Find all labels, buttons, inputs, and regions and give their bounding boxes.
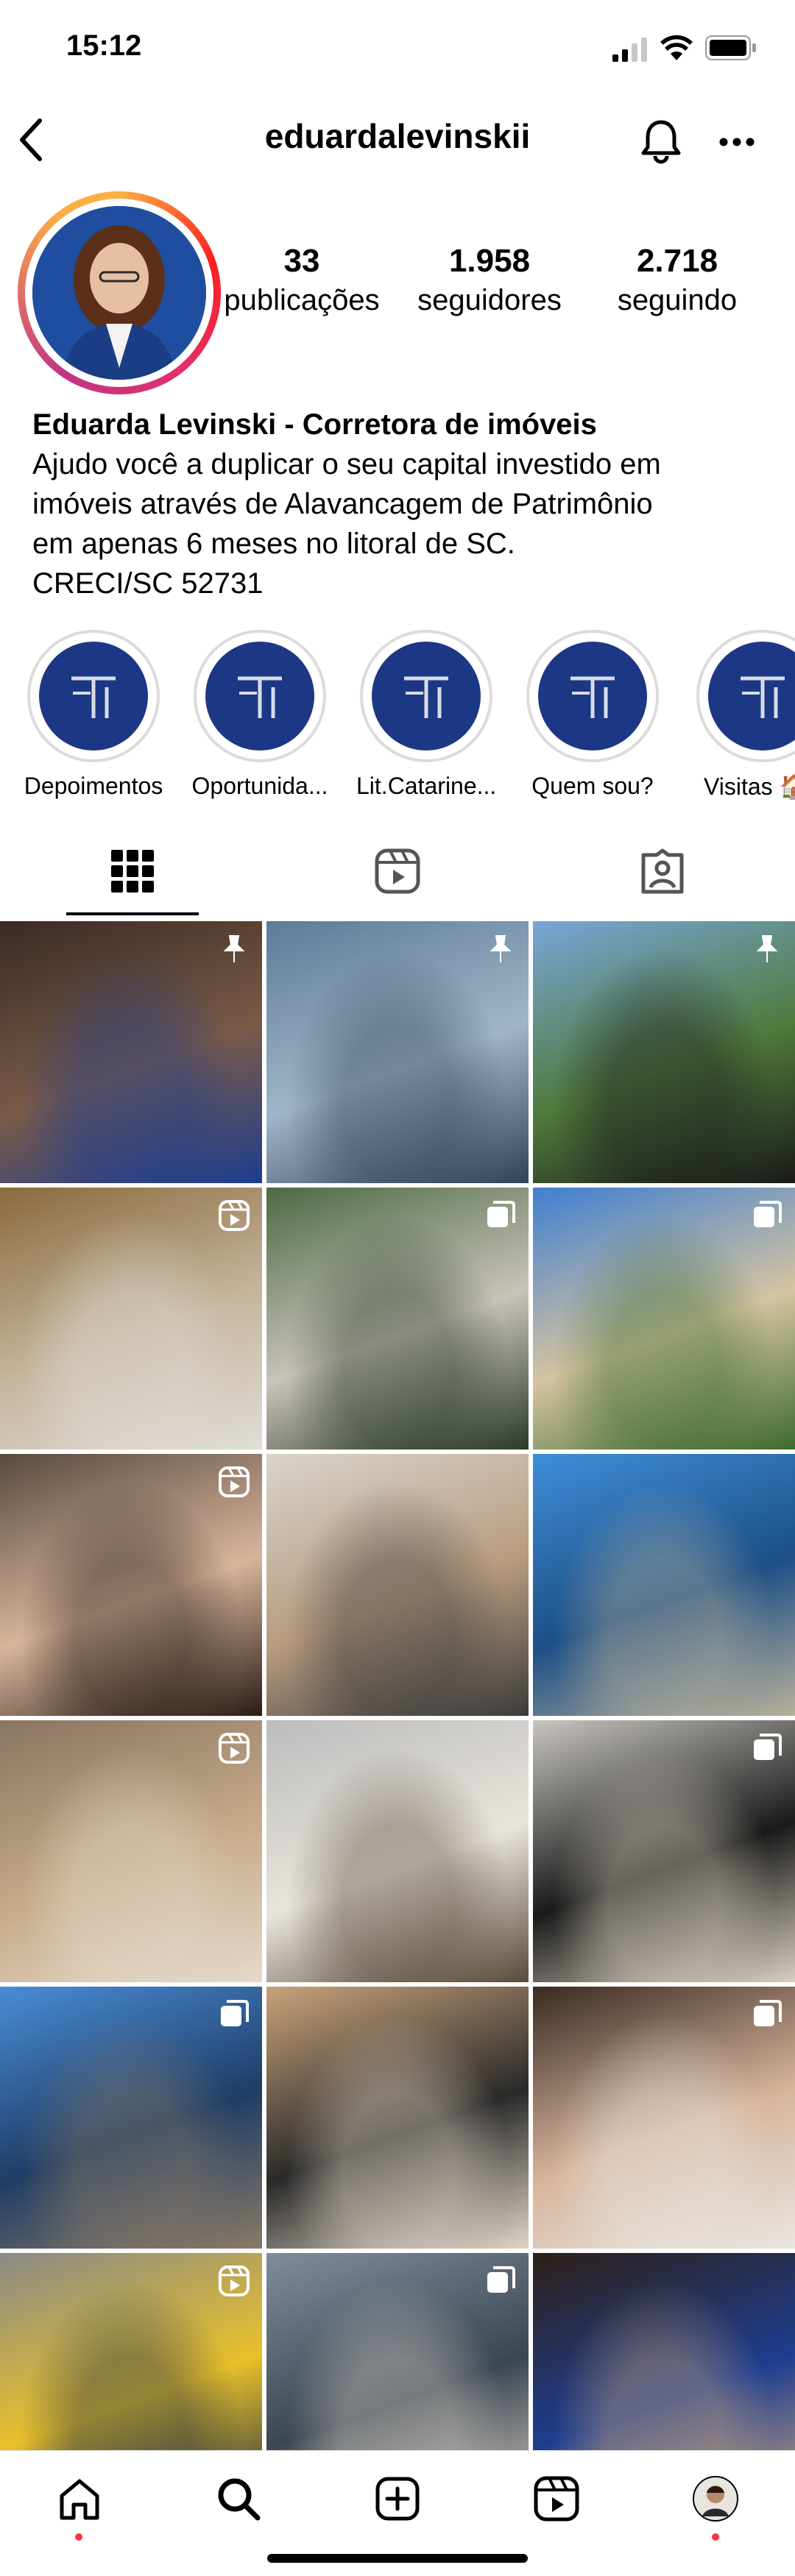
highlight-logo-icon [39, 642, 148, 751]
post-image [266, 1987, 529, 2249]
reel-badge-icon [218, 1199, 250, 1232]
post-tile[interactable] [533, 1987, 795, 2249]
profile-tabs [0, 824, 795, 920]
reel-badge-icon [218, 1466, 250, 1498]
highlight-label: Quem sou? [531, 773, 654, 799]
reel-badge-icon [218, 2265, 250, 2297]
tab-bar-reels[interactable] [477, 2451, 636, 2547]
post-tile[interactable] [533, 921, 795, 1183]
bottom-tab-bar [0, 2450, 795, 2576]
create-icon [375, 2477, 420, 2521]
highlight-logo-icon [708, 642, 795, 751]
home-indicator [267, 2554, 528, 2563]
post-tile[interactable] [266, 1987, 529, 2249]
pinned-icon [751, 933, 783, 965]
post-grid [0, 921, 795, 2515]
reels-icon [375, 848, 420, 894]
highlight-visitas[interactable]: Visitas 🏠 [689, 630, 795, 801]
post-tile[interactable] [266, 1720, 529, 1982]
bio-line: em apenas 6 meses no litoral de SC. [32, 528, 515, 560]
carousel-icon [751, 1732, 783, 1764]
highlight-logo-icon [205, 642, 314, 751]
tab-bar-profile[interactable] [636, 2451, 795, 2547]
bio-line: imóveis através de Alavancagem de Patrim… [32, 488, 653, 520]
highlight-oportunidades[interactable]: Oportunida... [190, 630, 330, 800]
status-bar: 15:12 [0, 0, 795, 96]
stat-posts[interactable]: 33 publicações [213, 243, 390, 317]
post-tile[interactable] [533, 1720, 795, 1982]
tab-reels[interactable] [265, 824, 530, 918]
stat-followers-label: seguidores [417, 284, 562, 316]
wifi-icon [660, 35, 693, 60]
profile-bio: Eduarda Levinski - Corretora de imóveis … [32, 405, 768, 603]
stat-posts-count: 33 [283, 243, 320, 279]
status-time: 15:12 [66, 29, 142, 62]
profile-username: eduardalevinskii [264, 117, 531, 155]
tab-bar-create[interactable] [318, 2451, 477, 2547]
carousel-icon [751, 1998, 783, 2031]
battery-icon [705, 35, 756, 60]
search-icon [218, 2478, 261, 2521]
post-tile[interactable] [0, 921, 262, 1183]
grid-icon [111, 850, 154, 893]
tab-bar-search[interactable] [159, 2451, 318, 2547]
active-tab-indicator [66, 912, 199, 915]
tab-grid[interactable] [0, 824, 265, 918]
signal-icon [612, 38, 647, 62]
home-icon [60, 2479, 99, 2520]
bio-line: Ajudo você a duplicar o seu capital inve… [32, 448, 661, 480]
carousel-icon [218, 1998, 250, 2031]
tagged-icon [641, 848, 684, 894]
highlight-lit-catarinense[interactable]: Lit.Catarine... [356, 630, 496, 800]
highlight-depoimentos[interactable]: Depoimentos [24, 630, 163, 800]
post-tile[interactable] [0, 1987, 262, 2249]
profile-avatar [693, 2476, 738, 2522]
stat-following[interactable]: 2.718 seguindo [589, 243, 766, 317]
post-tile[interactable] [0, 1454, 262, 1716]
highlight-logo-icon [538, 642, 647, 751]
highlight-label: Visitas 🏠 [704, 773, 795, 800]
bio-line: CRECI/SC 52731 [32, 567, 264, 600]
post-tile[interactable] [266, 1188, 529, 1450]
post-tile[interactable] [533, 1454, 795, 1716]
stat-followers[interactable]: 1.958 seguidores [401, 243, 578, 317]
post-image [533, 1454, 795, 1716]
stat-posts-label: publicações [224, 284, 380, 316]
post-tile[interactable] [266, 921, 529, 1183]
reel-badge-icon [218, 1732, 250, 1764]
profile-name: Eduarda Levinski - Corretora de imóveis [32, 408, 597, 441]
post-tile[interactable] [0, 1188, 262, 1450]
stat-followers-count: 1.958 [448, 243, 531, 279]
stat-following-count: 2.718 [636, 243, 718, 279]
post-tile[interactable] [266, 1454, 529, 1716]
stat-following-label: seguindo [617, 284, 738, 316]
highlight-label: Lit.Catarine... [356, 773, 497, 799]
post-image [266, 1720, 529, 1982]
post-image [266, 1454, 529, 1716]
post-tile[interactable] [533, 1188, 795, 1450]
carousel-icon [751, 1199, 783, 1232]
pinned-icon [484, 933, 517, 965]
tab-bar-home[interactable] [0, 2451, 159, 2547]
highlight-label: Depoimentos [24, 773, 163, 799]
carousel-icon [484, 1199, 517, 1232]
carousel-icon [484, 2265, 517, 2297]
highlight-label: Oportunida... [191, 773, 328, 799]
profile-avatar-story-ring[interactable] [18, 191, 221, 394]
profile-avatar [32, 206, 206, 380]
tab-tagged[interactable] [530, 824, 795, 918]
reels-icon [534, 2476, 579, 2522]
highlight-quem-sou[interactable]: Quem sou? [523, 630, 662, 800]
post-tile[interactable] [0, 1720, 262, 1982]
pinned-icon [218, 933, 250, 965]
highlight-logo-icon [372, 642, 481, 751]
